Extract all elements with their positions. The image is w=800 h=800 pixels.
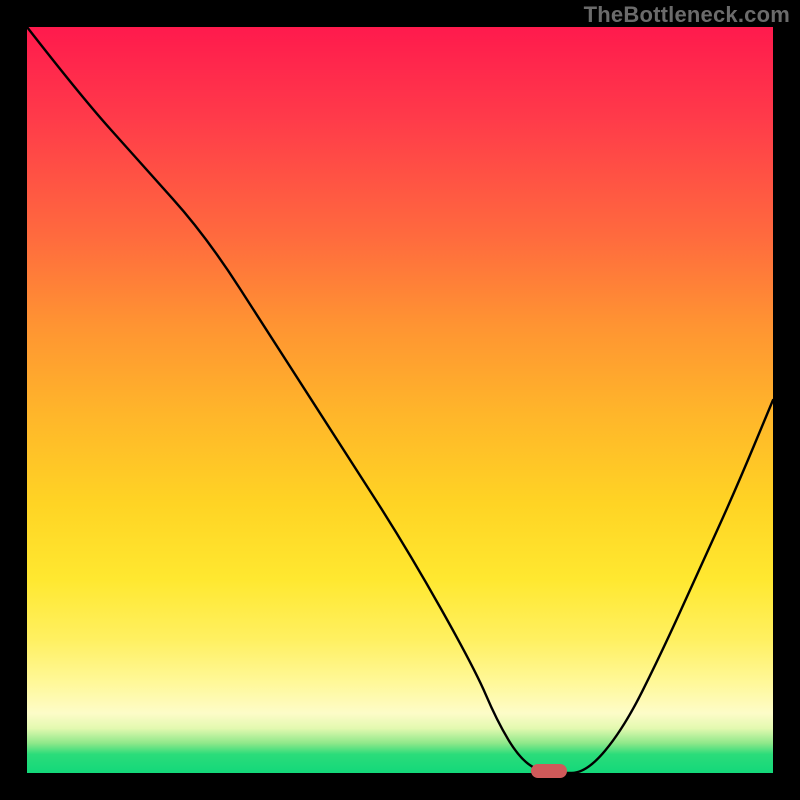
- chart-frame: TheBottleneck.com: [0, 0, 800, 800]
- watermark-text: TheBottleneck.com: [584, 2, 790, 28]
- plot-area: [27, 27, 773, 773]
- bottleneck-curve: [27, 27, 773, 773]
- optimum-marker: [531, 764, 567, 778]
